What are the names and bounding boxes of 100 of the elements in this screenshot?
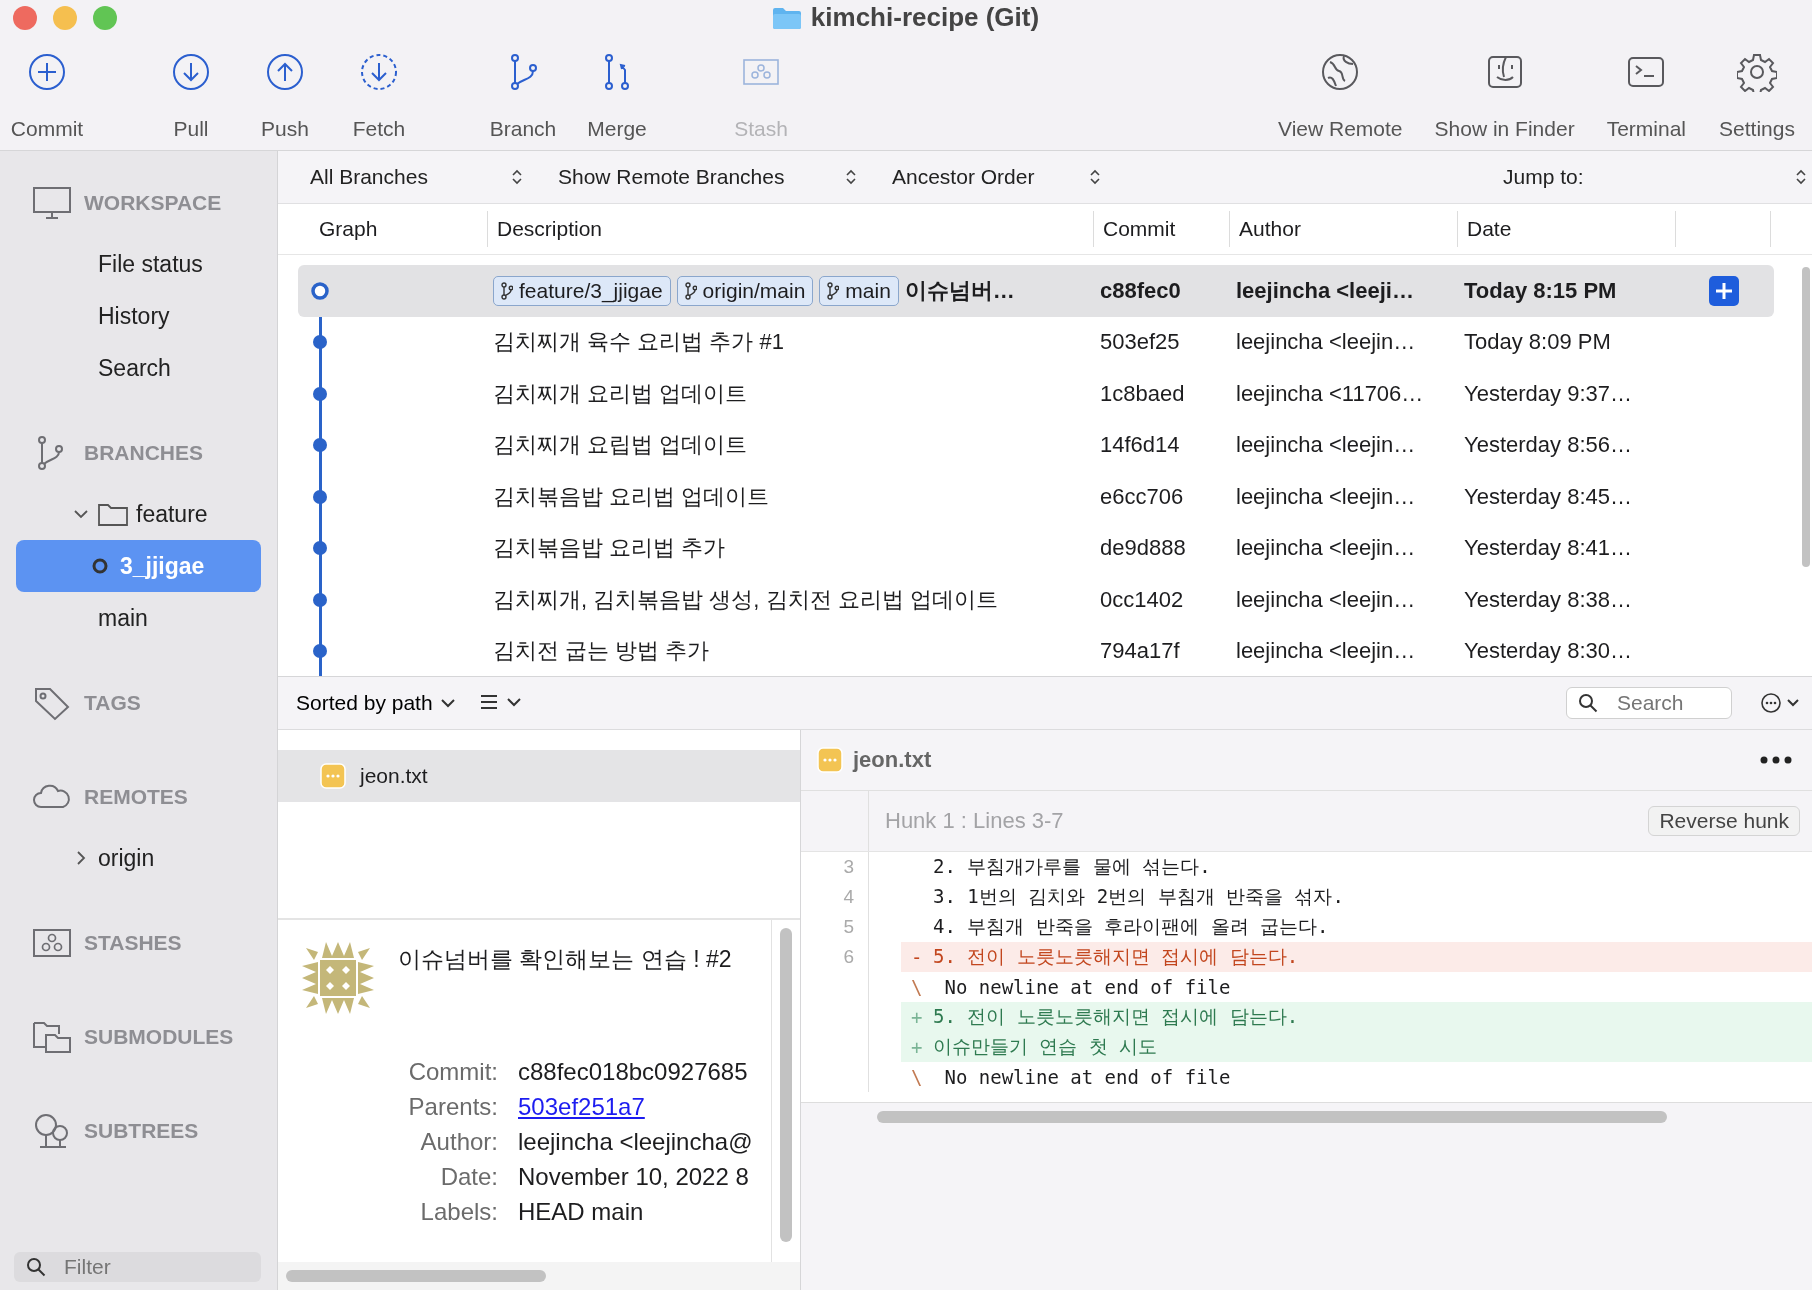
branch-item[interactable]: main	[16, 592, 261, 644]
folders-icon	[32, 1019, 72, 1055]
code-line: 3. 1번의 김치와 2번의 부침개 반죽을 섞자.	[932, 884, 1345, 909]
commit-author: leejincha <leejin…	[1236, 432, 1416, 459]
remote-branches-dropdown[interactable]: Show Remote Branches	[558, 165, 856, 189]
chevron-icon[interactable]	[74, 509, 88, 519]
toolbar-button[interactable]: Show in Finder	[1426, 52, 1583, 141]
sort-dropdown[interactable]: Sorted by path	[296, 691, 455, 715]
toolbar-button[interactable]: Fetch	[332, 52, 426, 141]
commit-description: 김치찌개 육수 요리법 추가 #1	[493, 328, 784, 357]
more-icon[interactable]	[1760, 756, 1792, 764]
monitor-icon	[32, 185, 72, 221]
branch-icon	[501, 281, 513, 300]
stepper-icon	[846, 169, 856, 185]
remote-item[interactable]: origin	[16, 832, 261, 884]
commit-description: 이슈넘버…	[904, 276, 1015, 305]
zoom-button[interactable]	[93, 6, 117, 30]
commit-date: Yesterday 8:30…	[1464, 638, 1632, 665]
column-header[interactable]: Commit	[1094, 211, 1230, 247]
order-dropdown[interactable]: Ancestor Order	[892, 165, 1100, 189]
commit-author: leejincha <leejin…	[1236, 535, 1416, 562]
toolbar-button[interactable]: Settings	[1710, 52, 1804, 141]
plus-icon[interactable]	[1709, 275, 1739, 306]
file-row[interactable]: jeon.txt	[278, 750, 800, 802]
column-header[interactable]: Date	[1458, 211, 1676, 247]
chevron-icon[interactable]	[76, 851, 86, 865]
line-number: 5	[843, 916, 854, 938]
close-button[interactable]	[13, 6, 37, 30]
minimize-button[interactable]	[53, 6, 77, 30]
diff-note: \ No newline at end of file	[910, 1065, 1232, 1090]
commit-author: leejincha <leejin…	[1236, 329, 1416, 356]
workspace-item[interactable]: File status	[16, 238, 261, 290]
commit-hash: 794a17f	[1100, 638, 1180, 665]
commit-row[interactable]: 김치볶음밥 요리법 업데이트 e6cc706 leejincha <leejin… Yesterday 8:45…	[298, 471, 1774, 523]
column-header[interactable]: Graph	[278, 211, 488, 247]
commit-row[interactable]: 김치찌개 요리법 업데이트 1c8baed leejincha <11706… Yesterday 9:37…	[298, 368, 1774, 420]
field-value: leejincha <leejincha@	[518, 1128, 754, 1156]
workspace-item[interactable]: Search	[16, 342, 261, 394]
parent-commit-link[interactable]: 503ef251a7	[518, 1093, 645, 1120]
commit-date: Yesterday 9:37…	[1464, 380, 1632, 407]
field-label: Labels:	[419, 1198, 498, 1226]
jump-to-dropdown[interactable]: Jump to:	[1503, 165, 1806, 189]
column-header[interactable]: Description	[488, 211, 1094, 247]
commit-author: leejincha <leejin…	[1236, 483, 1416, 510]
hunk-header: Hunk 1 : Lines 3-7	[884, 808, 1064, 834]
folder-icon	[98, 502, 128, 526]
field-label: Parents:	[407, 1093, 498, 1121]
stepper-icon	[512, 169, 522, 185]
workspace-item[interactable]: History	[16, 290, 261, 342]
toolbar-button[interactable]: Branch	[476, 52, 570, 141]
branch-icon	[684, 281, 697, 300]
field-label: Author:	[419, 1128, 498, 1156]
commit-hash: e6cc706	[1100, 483, 1184, 510]
branch-label: main	[819, 275, 899, 306]
scrollbar[interactable]	[877, 1111, 1667, 1123]
commit-author: leejincha <leeji…	[1236, 277, 1414, 304]
commit-message: 이슈넘버를 확인해보는 연습 ! #2	[398, 945, 732, 974]
plus-circle-icon	[27, 52, 67, 92]
toolbar-button[interactable]: Merge	[570, 52, 664, 141]
commit-hash: de9d888	[1100, 535, 1186, 562]
code-line: 4. 부침개 반죽을 후라이팬에 올려 굽는다.	[932, 914, 1330, 939]
scrollbar[interactable]	[286, 1270, 546, 1282]
commit-row[interactable]: 김치찌개 육수 요리법 추가 #1 503ef25 leejincha <leejin… Today 8:09 PM	[298, 316, 1774, 368]
branches-dropdown[interactable]: All Branches	[310, 165, 522, 189]
reverse-hunk-button[interactable]: Reverse hunk	[1648, 806, 1800, 836]
field-value: c88fec018bc0927685	[518, 1058, 749, 1086]
globe-icon	[1320, 52, 1361, 92]
commit-hash: c88fec0	[1100, 277, 1181, 304]
commit-description: 김치전 굽는 방법 추가	[493, 637, 710, 666]
commit-row[interactable]: 김치찌개, 김치볶음밥 생성, 김치전 요리법 업데이트 0cc1402 leejincha <leejin… Yesterday 8:38…	[298, 574, 1774, 626]
commit-description: 김치찌개 요립법 업데이트	[493, 431, 748, 460]
scrollbar[interactable]	[1802, 267, 1810, 567]
filter-field[interactable]: Filter	[14, 1252, 261, 1282]
branch-label: origin/main	[676, 275, 814, 306]
commit-row[interactable]: 김치전 굽는 방법 추가 794a17f leejincha <leejin… Yesterday 8:30…	[298, 625, 1774, 676]
toolbar-button[interactable]: Push	[238, 52, 332, 141]
line-number: 4	[843, 886, 854, 908]
branch-folder[interactable]: feature	[16, 488, 261, 540]
column-header[interactable]: Author	[1230, 211, 1458, 247]
commit-hash: 1c8baed	[1100, 380, 1185, 407]
commit-date: Yesterday 8:38…	[1464, 586, 1632, 613]
tag-icon	[32, 685, 72, 721]
commit-row[interactable]: feature/3_jjigae origin/main main 이슈넘버… c88fec0 leejincha <leeji… Today 8:15 PM	[298, 265, 1774, 317]
commit-hash: 0cc1402	[1100, 586, 1184, 613]
toolbar-button[interactable]: Commit	[0, 52, 94, 141]
stepper-icon	[1796, 169, 1806, 185]
commit-hash: 14f6d14	[1100, 432, 1180, 459]
toolbar-button[interactable]: Pull	[144, 52, 238, 141]
commit-row[interactable]: 김치찌개 요립법 업데이트 14f6d14 leejincha <leejin… Yesterday 8:56…	[298, 419, 1774, 471]
commit-row[interactable]: 김치볶음밥 요리법 추가 de9d888 leejincha <leejin… Yesterday 8:41…	[298, 522, 1774, 574]
line-number: 3	[843, 856, 854, 878]
field-value: November 10, 2022 8	[518, 1163, 750, 1191]
search-field[interactable]: Search	[1566, 687, 1732, 719]
code-line: 2. 부침개가루를 물에 섞는다.	[932, 854, 1212, 879]
up-arrow-circle-icon	[265, 52, 305, 92]
field-label: Date:	[439, 1163, 498, 1191]
toolbar-button[interactable]: View Remote	[1270, 52, 1411, 141]
diff-note: \ No newline at end of file	[910, 975, 1232, 1000]
scrollbar[interactable]	[780, 928, 792, 1242]
toolbar-button[interactable]: Terminal	[1598, 52, 1694, 141]
